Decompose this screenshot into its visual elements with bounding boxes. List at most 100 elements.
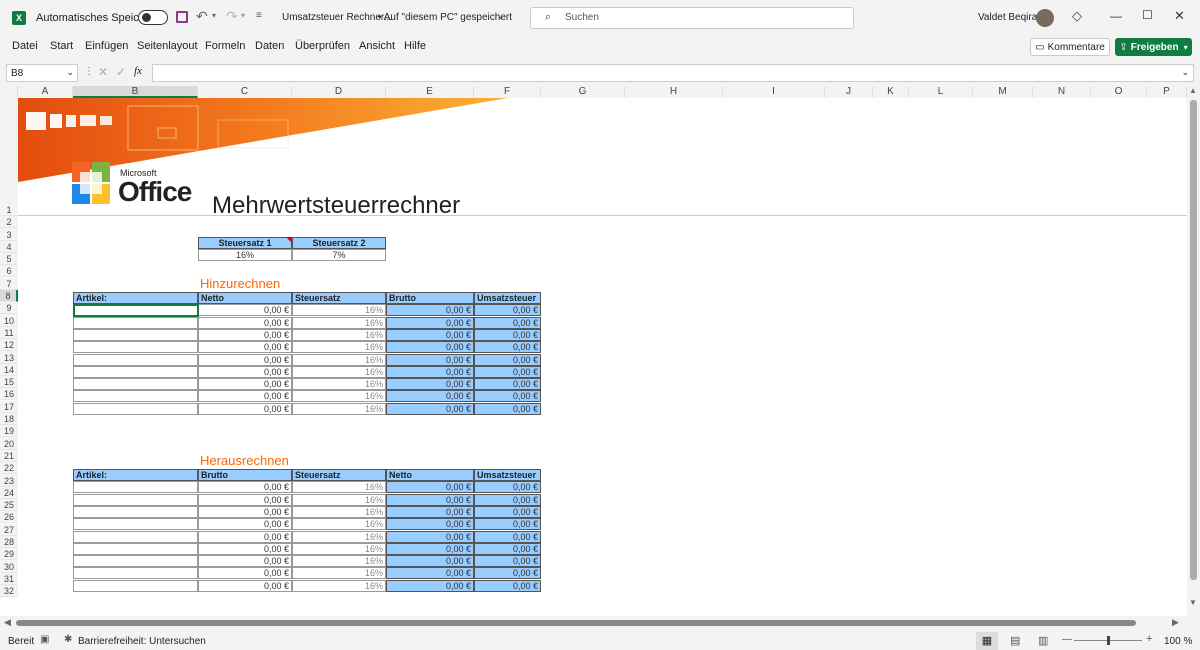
remove-table-cell[interactable]: 0,00 € xyxy=(386,542,474,555)
user-name[interactable]: Valdet Beqiraj xyxy=(978,12,1040,23)
add-table-header-cell[interactable]: Umsatzsteuer xyxy=(474,292,541,304)
add-table-cell[interactable]: 16% xyxy=(292,328,386,341)
scroll-left-icon[interactable]: ◀ xyxy=(4,617,11,628)
maximize-icon[interactable]: ☐ xyxy=(1142,8,1153,22)
add-table-cell[interactable]: 0,00 € xyxy=(198,390,292,403)
comments-button[interactable]: ▭ Kommentare xyxy=(1030,38,1110,56)
chevron-down-icon[interactable]: ⌄ xyxy=(1181,67,1189,78)
macro-icon[interactable]: ▣ xyxy=(40,634,49,645)
add-table-cell[interactable] xyxy=(73,341,198,354)
tab-einfuegen[interactable]: Einfügen xyxy=(85,40,128,52)
zoom-slider[interactable] xyxy=(1074,636,1142,645)
add-table-cell[interactable]: 0,00 € xyxy=(198,365,292,378)
more-icon[interactable]: ⋮ xyxy=(84,66,94,77)
add-table-cell[interactable] xyxy=(73,353,198,366)
add-table-cell[interactable]: 0,00 € xyxy=(474,378,541,391)
search-box[interactable]: ⌕ Suchen xyxy=(530,7,854,29)
add-table-cell[interactable]: 0,00 € xyxy=(386,365,474,378)
remove-table-header-cell[interactable]: Artikel: xyxy=(73,469,198,481)
add-table-cell[interactable]: 0,00 € xyxy=(198,304,292,317)
name-box[interactable]: B8 ⌄ xyxy=(6,64,78,82)
remove-table-cell[interactable]: 0,00 € xyxy=(386,579,474,592)
remove-table-cell[interactable] xyxy=(73,567,198,580)
remove-table-cell[interactable]: 16% xyxy=(292,530,386,543)
add-table-cell[interactable]: 0,00 € xyxy=(474,316,541,329)
normal-view-icon[interactable]: ▦ xyxy=(976,632,998,650)
row-header[interactable]: 19 xyxy=(0,425,18,438)
row-header[interactable]: 10 xyxy=(0,314,18,327)
add-table-cell[interactable]: 16% xyxy=(292,316,386,329)
add-table-cell[interactable]: 0,00 € xyxy=(474,390,541,403)
tax-rate-2-header[interactable]: Steuersatz 2 xyxy=(292,237,386,249)
add-table-cell[interactable]: 16% xyxy=(292,304,386,317)
add-table-cell[interactable]: 0,00 € xyxy=(474,341,541,354)
tax-rate-1-header[interactable]: Steuersatz 1 xyxy=(198,237,292,249)
remove-table-cell[interactable]: 0,00 € xyxy=(198,555,292,568)
remove-table-cell[interactable]: 0,00 € xyxy=(198,481,292,494)
horizontal-scrollbar[interactable]: ◀ ▶ xyxy=(0,616,1200,630)
spreadsheet-grid[interactable]: A B C D E F G H I J K L M N O P Microsof… xyxy=(0,86,1200,616)
row-header[interactable]: 17 xyxy=(0,400,18,413)
column-header-m[interactable]: M xyxy=(973,86,1033,98)
add-table-cell[interactable]: 16% xyxy=(292,402,386,415)
tab-start[interactable]: Start xyxy=(50,40,73,52)
close-icon[interactable]: ✕ xyxy=(1174,8,1185,24)
row-header[interactable]: 30 xyxy=(0,560,18,573)
remove-table-cell[interactable]: 0,00 € xyxy=(386,530,474,543)
column-header-j[interactable]: J xyxy=(825,86,873,98)
column-header-b[interactable]: B xyxy=(73,86,198,98)
zoom-in-icon[interactable]: + xyxy=(1146,633,1152,645)
document-title[interactable]: Umsatzsteuer Rechner... xyxy=(282,12,392,23)
column-header-p[interactable]: P xyxy=(1147,86,1187,98)
remove-table-cell[interactable]: 16% xyxy=(292,555,386,568)
remove-table-cell[interactable]: 16% xyxy=(292,579,386,592)
row-header[interactable]: 26 xyxy=(0,511,18,524)
add-table-cell[interactable] xyxy=(73,402,198,415)
formula-input[interactable]: ⌄ xyxy=(152,64,1194,82)
remove-table-cell[interactable]: 0,00 € xyxy=(386,518,474,531)
row-header[interactable]: 9 xyxy=(0,302,18,315)
vertical-scroll-thumb[interactable] xyxy=(1190,100,1197,580)
add-table-cell[interactable]: 0,00 € xyxy=(386,390,474,403)
add-table-cell[interactable] xyxy=(73,316,198,329)
zoom-out-icon[interactable]: — xyxy=(1062,634,1072,645)
add-table-cell[interactable]: 0,00 € xyxy=(198,378,292,391)
autosave-toggle[interactable] xyxy=(138,10,168,25)
add-table-cell[interactable]: 0,00 € xyxy=(386,328,474,341)
remove-table-cell[interactable]: 0,00 € xyxy=(474,579,541,592)
row-header[interactable]: 18 xyxy=(0,412,18,426)
row-header[interactable]: 21 xyxy=(0,449,18,462)
remove-table-cell[interactable]: 0,00 € xyxy=(198,493,292,506)
add-table-header-cell[interactable]: Artikel: xyxy=(73,292,198,304)
add-table-cell[interactable]: 0,00 € xyxy=(474,304,541,317)
add-table-cell[interactable]: 16% xyxy=(292,353,386,366)
chevron-down-icon[interactable]: ⌄ xyxy=(497,11,505,22)
accessibility-icon[interactable]: ✱ xyxy=(64,634,72,645)
row-header[interactable]: 16 xyxy=(0,388,18,401)
tab-seitenlayout[interactable]: Seitenlayout xyxy=(137,40,198,52)
diamond-icon[interactable]: ◇ xyxy=(1072,8,1082,24)
remove-table-cell[interactable]: 16% xyxy=(292,518,386,531)
tax-rate-2-value[interactable]: 7% xyxy=(292,249,386,261)
row-header[interactable]: 22 xyxy=(0,462,18,475)
row-header[interactable]: 3 xyxy=(0,228,18,241)
row-header[interactable]: 25 xyxy=(0,498,18,512)
tax-rate-1-value[interactable]: 16% xyxy=(198,249,292,261)
scroll-right-icon[interactable]: ▶ xyxy=(1172,617,1179,628)
add-table-cell[interactable] xyxy=(73,390,198,403)
column-header-f[interactable]: F xyxy=(474,86,541,98)
tab-daten[interactable]: Daten xyxy=(255,40,284,52)
row-header[interactable]: 6 xyxy=(0,265,18,278)
add-table-cell[interactable]: 0,00 € xyxy=(386,304,474,317)
scroll-up-icon[interactable]: ▲ xyxy=(1189,86,1197,95)
add-table-cell[interactable] xyxy=(73,328,198,341)
remove-table-cell[interactable]: 0,00 € xyxy=(198,579,292,592)
remove-table-cell[interactable] xyxy=(73,555,198,568)
row-header[interactable]: 32 xyxy=(0,585,18,598)
remove-table-header-cell[interactable]: Steuersatz xyxy=(292,469,386,481)
add-table-cell[interactable]: 0,00 € xyxy=(198,316,292,329)
add-table-cell[interactable]: 16% xyxy=(292,365,386,378)
remove-table-cell[interactable]: 16% xyxy=(292,542,386,555)
remove-table-cell[interactable]: 0,00 € xyxy=(386,567,474,580)
remove-table-cell[interactable] xyxy=(73,481,198,494)
